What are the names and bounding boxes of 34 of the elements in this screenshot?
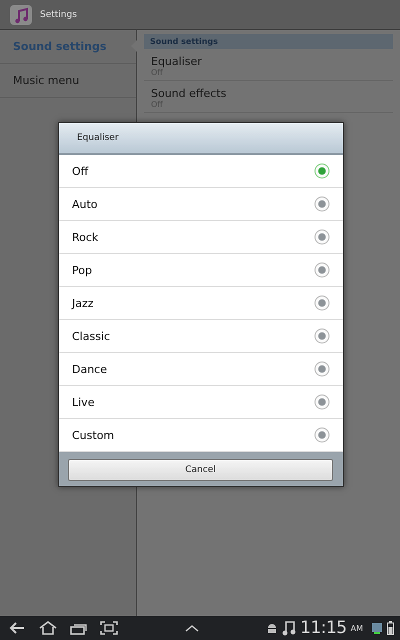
recent-apps-icon[interactable] bbox=[70, 622, 88, 634]
setting-title[interactable]: Sound effects bbox=[151, 87, 386, 100]
option-label[interactable]: Dance bbox=[72, 362, 107, 376]
screenshot-icon[interactable] bbox=[100, 621, 118, 635]
radio-button[interactable] bbox=[314, 196, 330, 212]
clock-time[interactable]: 11:15 bbox=[300, 618, 347, 638]
clock-period: AM bbox=[350, 624, 363, 632]
option-label[interactable]: Auto bbox=[72, 198, 98, 210]
option-label[interactable]: Live bbox=[72, 396, 94, 408]
radio-button[interactable] bbox=[314, 295, 330, 311]
chevron-up-icon[interactable] bbox=[185, 624, 200, 632]
radio-button[interactable] bbox=[314, 328, 330, 344]
music-note-icon bbox=[282, 620, 296, 636]
option-label[interactable]: Custom bbox=[72, 428, 114, 442]
cancel-button[interactable]: Cancel bbox=[68, 459, 333, 481]
radio-button[interactable] bbox=[314, 163, 330, 179]
screen-title: Settings bbox=[40, 10, 77, 20]
section-header: Sound settings bbox=[144, 34, 393, 49]
setting-title[interactable]: Equaliser bbox=[151, 55, 386, 68]
home-icon[interactable] bbox=[38, 621, 58, 635]
option-label[interactable]: Pop bbox=[72, 264, 92, 276]
battery-icon bbox=[387, 621, 394, 635]
dialog-title: Equaliser bbox=[59, 123, 343, 155]
back-icon[interactable] bbox=[8, 621, 26, 635]
option-label[interactable]: Classic bbox=[72, 330, 110, 342]
radio-button[interactable] bbox=[314, 427, 330, 443]
radio-button[interactable] bbox=[314, 361, 330, 377]
music-app-icon bbox=[8, 2, 34, 26]
radio-button[interactable] bbox=[314, 394, 330, 410]
option-label[interactable]: Rock bbox=[72, 230, 98, 244]
radio-button[interactable] bbox=[314, 262, 330, 278]
radio-button[interactable] bbox=[314, 229, 330, 245]
option-label[interactable]: Off bbox=[72, 164, 88, 178]
option-label[interactable]: Jazz bbox=[72, 296, 94, 310]
